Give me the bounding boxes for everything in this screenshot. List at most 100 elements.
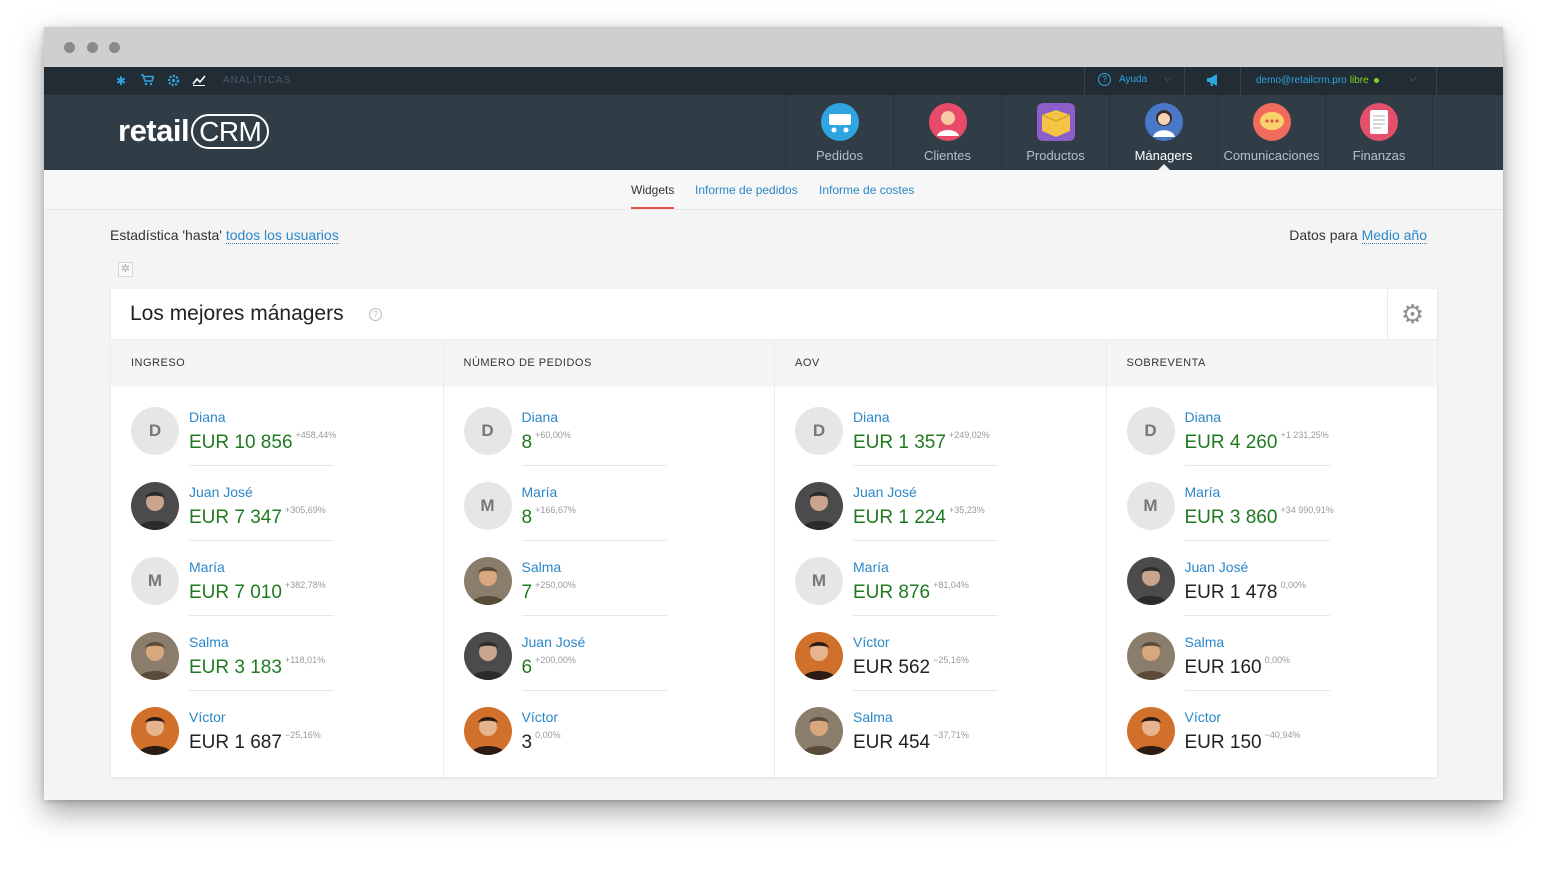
avatar-initial[interactable]: D bbox=[1126, 407, 1175, 455]
avatar-initial[interactable]: M bbox=[131, 557, 179, 605]
manager-name-link[interactable]: Diana bbox=[522, 409, 559, 425]
chevron-down-icon[interactable]: ⌵ bbox=[1409, 73, 1417, 84]
manager-name-link[interactable]: Diana bbox=[189, 409, 226, 425]
avatar[interactable] bbox=[463, 707, 512, 755]
top-managers-widget: Los mejores mánagers ? ⚙ INGRESO D Diana EU… bbox=[111, 289, 1437, 777]
avatar-initial[interactable]: D bbox=[795, 407, 843, 455]
row-divider bbox=[521, 615, 667, 616]
metric-amount: EUR 1 687 bbox=[189, 732, 282, 753]
help-icon: ? bbox=[1098, 73, 1111, 86]
manager-name-link[interactable]: María bbox=[853, 559, 889, 575]
module-finanzas[interactable]: Finanzas bbox=[1325, 95, 1433, 170]
manager-name-link[interactable]: Salma bbox=[189, 634, 229, 650]
window-maximize-dot[interactable] bbox=[109, 42, 120, 53]
avatar[interactable] bbox=[795, 632, 843, 680]
manager-name-link[interactable]: Víctor bbox=[522, 709, 559, 725]
avatar[interactable] bbox=[463, 557, 512, 605]
period-filter-link[interactable]: Medio año bbox=[1361, 227, 1427, 244]
users-filter: Estadística 'hasta' todos los usuarios bbox=[110, 227, 339, 244]
module-comunicaciones[interactable]: Comunicaciones bbox=[1217, 95, 1325, 170]
module-pedidos[interactable]: Pedidos bbox=[785, 95, 893, 170]
module-clientes[interactable]: Clientes bbox=[893, 95, 1001, 170]
tab-widgets[interactable]: Widgets bbox=[631, 183, 675, 209]
metric-value: EUR 3 183 +118,01% bbox=[189, 655, 325, 679]
tab-informe-pedidos[interactable]: Informe de pedidos bbox=[695, 183, 798, 197]
change-percent: +35,23% bbox=[948, 505, 985, 515]
metric-amount: EUR 1 478 bbox=[1184, 582, 1278, 603]
avatar-initial[interactable]: M bbox=[795, 557, 843, 605]
avatar-initial[interactable]: M bbox=[463, 482, 512, 530]
chevron-down-icon[interactable]: ⌵ bbox=[1164, 73, 1172, 84]
manager-row: M María EUR 876 +81,04% bbox=[795, 557, 1095, 632]
manager-name-link[interactable]: Víctor bbox=[1185, 709, 1222, 725]
retailcrm-logo[interactable]: retail CRM bbox=[118, 113, 270, 149]
window-minimize-dot[interactable] bbox=[87, 42, 98, 53]
module-label: Comunicaciones bbox=[1223, 148, 1320, 163]
metric-value: EUR 1 478 0,00% bbox=[1184, 580, 1306, 604]
manager-name-link[interactable]: Juan José bbox=[853, 484, 917, 500]
manager-name-link[interactable]: Juan José bbox=[1185, 559, 1249, 575]
avatar[interactable] bbox=[463, 632, 512, 680]
manager-name-link[interactable]: María bbox=[522, 484, 558, 500]
metric-amount: EUR 1 224 bbox=[853, 507, 946, 528]
user-status: libre bbox=[1349, 75, 1369, 86]
metric-amount: EUR 1 357 bbox=[853, 432, 946, 453]
analytics-icon[interactable] bbox=[192, 74, 206, 88]
gear-icon[interactable] bbox=[166, 74, 180, 88]
manager-name-link[interactable]: María bbox=[1185, 484, 1221, 500]
avatar[interactable] bbox=[1126, 707, 1175, 755]
metric-value: EUR 150 −40,94% bbox=[1185, 730, 1301, 754]
manager-row: Víctor EUR 562 −25,16% bbox=[795, 632, 1095, 707]
help-icon[interactable]: ? bbox=[369, 308, 382, 321]
row-divider bbox=[853, 690, 998, 691]
column-header: INGRESO bbox=[111, 340, 443, 387]
divider bbox=[1084, 67, 1085, 95]
metric-amount: EUR 7 347 bbox=[189, 507, 282, 528]
avatar-initial[interactable]: D bbox=[463, 407, 512, 455]
manager-row: M María 8 +166,67% bbox=[463, 482, 764, 557]
manager-name-link[interactable]: Salma bbox=[1185, 634, 1225, 650]
metric-amount: EUR 10 856 bbox=[189, 432, 293, 453]
change-percent: +81,04% bbox=[933, 580, 969, 590]
avatar[interactable] bbox=[1126, 632, 1175, 680]
user-email: demo@retailcrm.pro bbox=[1256, 75, 1347, 86]
avatar[interactable] bbox=[131, 632, 179, 680]
cart-icon[interactable] bbox=[140, 74, 155, 88]
metric-amount: EUR 3 183 bbox=[189, 657, 282, 678]
manager-name-link[interactable]: Salma bbox=[853, 709, 893, 725]
dashboard-settings-icon[interactable]: ✲ bbox=[118, 262, 133, 277]
manager-name-link[interactable]: Juan José bbox=[189, 484, 253, 500]
manager-name-link[interactable]: María bbox=[189, 559, 225, 575]
window-close-dot[interactable] bbox=[64, 42, 75, 53]
top-bar: ✱ ANALÍTICAS ? Ayuda ⌵ demo@retailcrm.pro… bbox=[44, 67, 1503, 95]
widget-settings-gear-icon[interactable]: ⚙ bbox=[1387, 289, 1437, 339]
avatar-initial[interactable]: D bbox=[131, 407, 179, 455]
manager-name-link[interactable]: Diana bbox=[1185, 409, 1222, 425]
module-productos[interactable]: Productos bbox=[1001, 95, 1109, 170]
manager-row: D Diana EUR 4 260 +1 231,25% bbox=[1126, 407, 1427, 482]
avatar-initial[interactable]: M bbox=[1126, 482, 1175, 530]
manager-name-link[interactable]: Víctor bbox=[189, 709, 226, 725]
avatar[interactable] bbox=[131, 707, 179, 755]
module-label: Pedidos bbox=[816, 148, 863, 163]
change-percent: −25,16% bbox=[284, 730, 321, 740]
ranking-column: SOBREVENTA D Diana EUR 4 260 +1 231,25% M Marí… bbox=[1105, 339, 1437, 777]
avatar[interactable] bbox=[1126, 557, 1175, 605]
sub-navigation: Widgets Informe de pedidos Informe de co… bbox=[44, 170, 1503, 210]
avatar[interactable] bbox=[795, 482, 843, 530]
tab-informe-costes[interactable]: Informe de costes bbox=[819, 183, 914, 197]
manager-name-link[interactable]: Víctor bbox=[853, 634, 890, 650]
help-menu[interactable]: ? Ayuda bbox=[1098, 73, 1147, 86]
megaphone-icon[interactable] bbox=[1206, 73, 1222, 87]
avatar[interactable] bbox=[131, 482, 179, 530]
manager-name-link[interactable]: Diana bbox=[853, 409, 890, 425]
users-filter-link[interactable]: todos los usuarios bbox=[225, 227, 339, 244]
settings-icon[interactable]: ✱ bbox=[114, 74, 128, 88]
avatar[interactable] bbox=[795, 707, 843, 755]
user-account[interactable]: demo@retailcrm.pro libre bbox=[1256, 75, 1379, 86]
metric-amount: EUR 454 bbox=[853, 732, 931, 753]
metric-value: EUR 3 860 +34 990,91% bbox=[1185, 505, 1334, 529]
manager-name-link[interactable]: Juan José bbox=[522, 634, 586, 650]
manager-name-link[interactable]: Salma bbox=[522, 559, 562, 575]
module-managers[interactable]: Mánagers bbox=[1109, 95, 1217, 170]
